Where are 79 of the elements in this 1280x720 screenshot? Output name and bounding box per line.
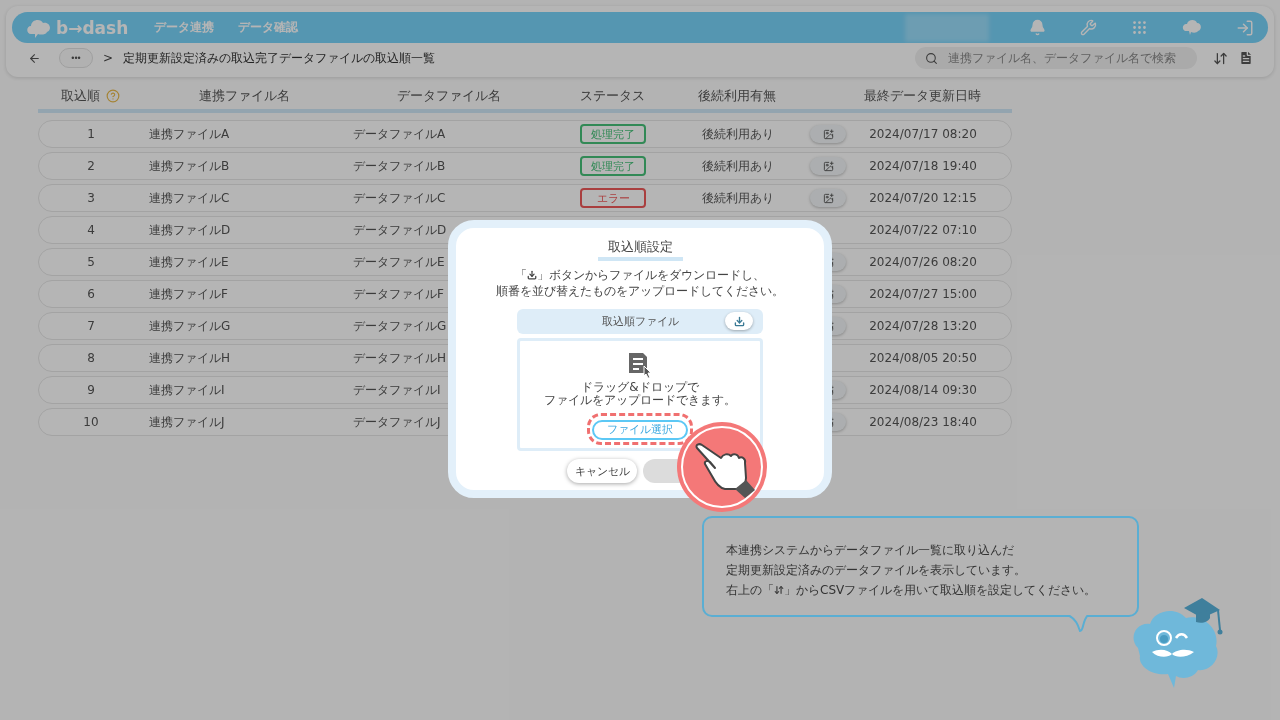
order-cell: 8 — [87, 351, 95, 365]
status-badge: 処理完了 — [580, 156, 646, 176]
cancel-button[interactable]: キャンセル — [567, 459, 637, 483]
updated-cell: 2024/07/18 19:40 — [869, 159, 977, 173]
order-cell: 1 — [87, 127, 95, 141]
updated-cell: 2024/08/23 18:40 — [869, 415, 977, 429]
link-file-cell: 連携ファイルH — [149, 350, 231, 365]
updated-cell: 2024/07/26 08:20 — [869, 255, 977, 269]
order-cell: 2 — [87, 159, 95, 173]
column-header: ステータス — [579, 87, 645, 105]
data-file-cell: データファイルE — [353, 254, 445, 269]
back-arrow-icon[interactable] — [28, 51, 41, 65]
usage-cell: 後続利用あり — [702, 126, 774, 141]
updated-cell: 2024/08/14 09:30 — [869, 383, 977, 397]
link-file-cell: 連携ファイルC — [149, 190, 230, 205]
file-cursor-icon — [627, 351, 653, 379]
column-header: 連携ファイル名 — [198, 87, 290, 105]
status-badge: 処理完了 — [580, 124, 646, 144]
instruction-text: 「 」ボタンからファイルをダウンロードし、 順番を並び替えたものをアップロードしてください。 — [496, 267, 784, 299]
link-file-cell: 連携ファイルF — [149, 286, 228, 301]
column-header: 最終データ更新日時 — [863, 87, 981, 105]
data-file-cell: データファイルH — [353, 350, 447, 365]
usage-cell: 後続利用あり — [702, 190, 774, 205]
logo[interactable]: b→dash — [26, 16, 129, 39]
updated-cell: 2024/07/27 15:00 — [869, 287, 977, 301]
search-field[interactable]: 連携ファイル名、データファイル名で検索 — [915, 47, 1197, 69]
updated-cell: 2024/08/05 20:50 — [869, 351, 977, 365]
file-panel-title: 取込順ファイル — [601, 314, 679, 329]
link-file-cell: 連携ファイルJ — [149, 414, 225, 429]
guide-text: 本連携システムからデータファイル一覧に取り込んだ 定期更新設定済みのデータファイルを表示しています。 右上の「 」からCSVファイルを用いて取込順を設定してください。 — [726, 542, 1098, 599]
download-icon — [527, 270, 537, 280]
updated-cell: 2024/07/20 12:15 — [869, 191, 977, 205]
data-file-cell: データファイルC — [353, 190, 446, 205]
order-cell: 3 — [87, 191, 95, 205]
detail-button[interactable] — [810, 189, 846, 207]
order-cell: 7 — [87, 319, 95, 333]
breadcrumb-separator: > — [103, 51, 114, 65]
sort-arrows-icon — [774, 585, 784, 595]
data-file-cell: データファイルI — [353, 382, 441, 397]
sort-arrows-icon[interactable] — [1213, 50, 1228, 66]
order-cell: 6 — [87, 287, 95, 301]
dialog-title: 取込順設定 — [597, 238, 683, 261]
updated-cell: 2024/07/17 08:20 — [869, 127, 977, 141]
column-header: 後続利用有無 — [698, 87, 776, 105]
link-file-cell: 連携ファイルG — [149, 318, 231, 333]
link-file-cell: 連携ファイルE — [149, 254, 229, 269]
updated-cell: 2024/07/28 13:20 — [869, 319, 977, 333]
document-icon[interactable] — [1238, 50, 1254, 66]
data-file-cell: データファイルJ — [353, 414, 441, 429]
file-select-button[interactable]: ファイル選択 — [592, 419, 688, 440]
link-file-cell: 連携ファイルA — [149, 126, 230, 141]
search-icon — [925, 51, 938, 65]
data-file-cell: データファイルF — [353, 286, 444, 301]
page-title: 定期更新設定済みの取込完了データファイルの取込順一覧 — [123, 49, 436, 67]
order-cell: 5 — [87, 255, 95, 269]
link-file-cell: 連携ファイルB — [149, 158, 230, 173]
link-file-cell: 連携ファイルI — [149, 382, 225, 397]
usage-cell: 後続利用あり — [702, 158, 774, 173]
drop-text: ドラッグ&ドロップで ファイルをアップロードできます。 — [544, 381, 736, 407]
updated-cell: 2024/07/22 07:10 — [869, 223, 977, 237]
logo-text: b→dash — [56, 17, 129, 38]
link-file-cell: 連携ファイルD — [149, 222, 231, 237]
nav-menu-link[interactable]: データ確認 — [238, 19, 299, 36]
breadcrumb-more-button[interactable]: ••• — [59, 48, 93, 68]
download-icon — [733, 315, 745, 327]
column-header: データファイル名 — [397, 87, 501, 105]
order-cell: 4 — [87, 223, 95, 237]
nav-menu-link[interactable]: データ連携 — [154, 19, 215, 36]
detail-button[interactable] — [810, 125, 846, 143]
data-file-cell: データファイルA — [353, 126, 446, 141]
status-badge: エラー — [580, 188, 646, 208]
column-header: 取込順 — [60, 87, 100, 105]
download-button[interactable] — [725, 312, 753, 330]
data-file-cell: データファイルD — [353, 222, 447, 237]
data-file-cell: データファイルB — [353, 158, 446, 173]
order-cell: 10 — [83, 415, 99, 429]
data-file-cell: データファイルG — [353, 318, 447, 333]
order-cell: 9 — [87, 383, 95, 397]
detail-button[interactable] — [810, 157, 846, 175]
